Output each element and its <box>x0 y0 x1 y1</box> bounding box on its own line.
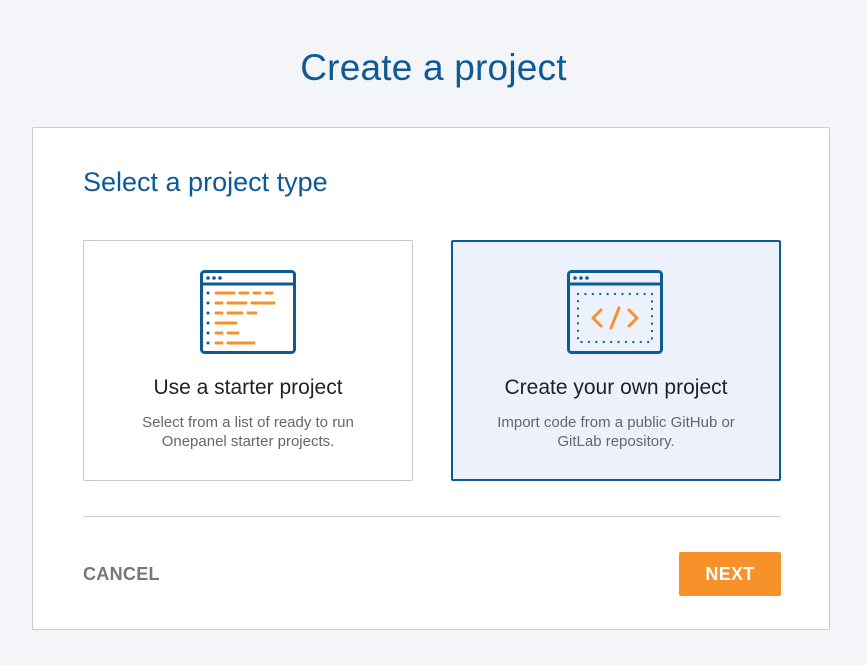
page-title: Create a project <box>300 47 567 88</box>
starter-card-title: Use a starter project <box>153 376 343 399</box>
footer-divider <box>83 516 781 517</box>
project-type-panel: Select a project type Use a starter proj… <box>32 127 830 630</box>
next-button[interactable]: NEXT <box>679 552 781 596</box>
code-editor-lines-icon <box>200 270 296 354</box>
section-title: Select a project type <box>83 167 328 197</box>
code-brackets-icon <box>567 270 663 354</box>
cancel-button[interactable]: CANCEL <box>83 553 160 595</box>
starter-card-description: Select from a list of ready to run Onepa… <box>142 414 354 450</box>
own-card-title: Create your own project <box>504 376 728 399</box>
starter-project-card[interactable]: Use a starter project Select from a list… <box>83 240 413 481</box>
own-project-card[interactable]: Create your own project Import code from… <box>451 240 781 481</box>
own-card-description: Import code from a public GitHub or GitL… <box>497 414 735 450</box>
